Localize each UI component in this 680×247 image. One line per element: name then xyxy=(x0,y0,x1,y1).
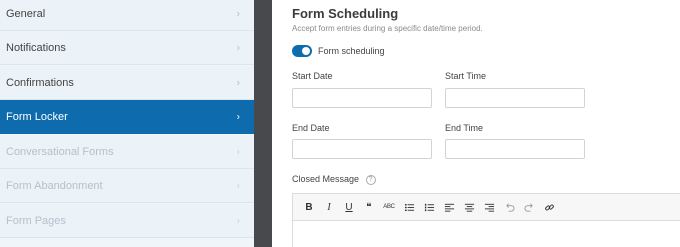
start-date-input[interactable] xyxy=(292,88,432,108)
chevron-right-icon: › xyxy=(236,146,240,157)
chevron-right-icon: › xyxy=(236,180,240,191)
settings-sidebar: General › Notifications › Confirmations … xyxy=(0,0,254,247)
sidebar-item-label: Conversational Forms xyxy=(6,145,114,158)
sidebar-item-confirmations[interactable]: Confirmations › xyxy=(0,66,254,100)
end-time-input[interactable] xyxy=(445,139,585,159)
section-description: Accept form entries during a specific da… xyxy=(292,24,483,33)
bold-icon[interactable]: B xyxy=(301,199,317,215)
sidebar-item-label: Form Pages xyxy=(6,214,66,227)
bullet-list-icon[interactable] xyxy=(401,199,417,215)
redo-icon[interactable] xyxy=(521,199,537,215)
sidebar-item-label: Confirmations xyxy=(6,76,74,89)
closed-message-label: Closed Message xyxy=(292,174,360,184)
end-time-label: End Time xyxy=(445,123,484,133)
strikethrough-icon[interactable]: ABC xyxy=(381,199,397,215)
start-date-label: Start Date xyxy=(292,71,333,81)
numbered-list-icon[interactable] xyxy=(421,199,437,215)
editor-toolbar: B I U ❝ ABC xyxy=(293,194,680,221)
align-center-icon[interactable] xyxy=(461,199,477,215)
chevron-right-icon: › xyxy=(236,215,240,226)
sidebar-item-form-pages[interactable]: Form Pages › xyxy=(0,204,254,238)
sidebar-item-label: Notifications xyxy=(6,41,66,54)
sidebar-item-label: General xyxy=(6,7,46,20)
sidebar-item-conversational-forms[interactable]: Conversational Forms › xyxy=(0,135,254,169)
sidebar-item-form-abandonment[interactable]: Form Abandonment › xyxy=(0,169,254,203)
sidebar-item-label: Form Locker xyxy=(6,110,68,123)
panel-divider xyxy=(254,0,272,247)
blockquote-icon[interactable]: ❝ xyxy=(361,199,377,215)
closed-message-label-row: Closed Message ? xyxy=(292,174,376,185)
help-icon[interactable]: ? xyxy=(365,174,376,185)
undo-icon[interactable] xyxy=(501,199,517,215)
start-time-label: Start Time xyxy=(445,71,487,81)
underline-icon[interactable]: U xyxy=(341,199,357,215)
sidebar-item-general[interactable]: General › xyxy=(0,0,254,31)
closed-message-editor[interactable]: B I U ❝ ABC xyxy=(292,193,680,247)
end-date-label: End Date xyxy=(292,123,330,133)
form-scheduling-toggle[interactable] xyxy=(292,45,312,57)
sidebar-item-notifications[interactable]: Notifications › xyxy=(0,31,254,65)
chevron-right-icon: › xyxy=(236,111,240,122)
end-date-input[interactable] xyxy=(292,139,432,159)
align-right-icon[interactable] xyxy=(481,199,497,215)
chevron-right-icon: › xyxy=(236,8,240,19)
italic-icon[interactable]: I xyxy=(321,199,337,215)
chevron-right-icon: › xyxy=(236,77,240,88)
toggle-label: Form scheduling xyxy=(318,46,385,56)
sidebar-item-label: Form Abandonment xyxy=(6,179,103,192)
section-title: Form Scheduling xyxy=(292,6,399,21)
sidebar-item-form-locker[interactable]: Form Locker › xyxy=(0,100,254,134)
align-left-icon[interactable] xyxy=(441,199,457,215)
chevron-right-icon: › xyxy=(236,42,240,53)
form-scheduling-panel: Form Scheduling Accept form entries duri… xyxy=(272,0,680,247)
link-icon[interactable] xyxy=(541,199,557,215)
start-time-input[interactable] xyxy=(445,88,585,108)
